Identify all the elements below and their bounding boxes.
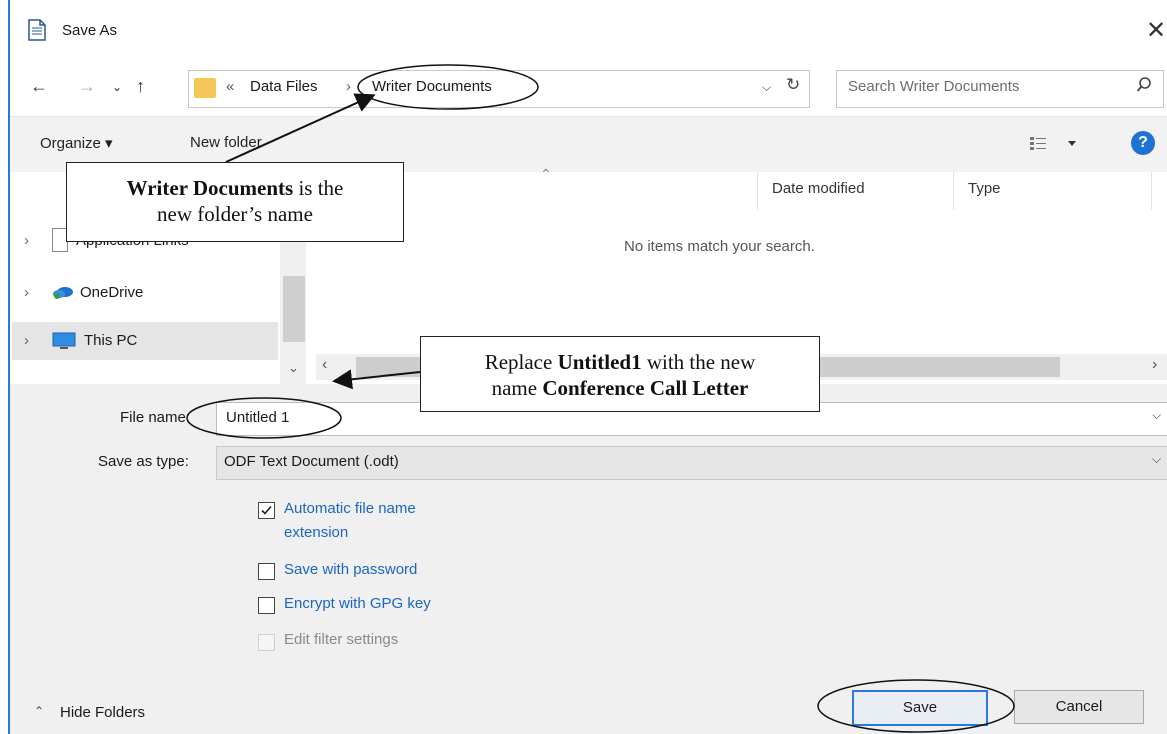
hide-folders-chevron-icon[interactable]: ⌃ xyxy=(34,704,44,718)
column-divider xyxy=(757,172,758,210)
empty-list-message: No items match your search. xyxy=(624,238,815,255)
file-name-label: File name: xyxy=(120,409,191,426)
folder-icon xyxy=(194,78,216,98)
callout-folder-line1: Writer Documents is the xyxy=(67,175,403,201)
automatic-extension-label-line2[interactable]: extension xyxy=(284,524,348,541)
up-arrow-icon[interactable]: ↑ xyxy=(136,76,145,97)
automatic-extension-checkbox[interactable] xyxy=(258,502,275,519)
nav-item-label: OneDrive xyxy=(80,284,144,301)
callout-folder-bold: Writer Documents xyxy=(126,176,294,200)
expand-chevron-icon[interactable]: › xyxy=(24,284,29,301)
save-type-label: Save as type: xyxy=(98,453,189,470)
automatic-extension-label[interactable]: Automatic file name xyxy=(284,500,416,517)
scroll-right-chevron-icon[interactable]: › xyxy=(1152,356,1157,374)
breadcrumb-writer-documents[interactable]: Writer Documents xyxy=(372,78,492,95)
callout-rename-line2: name Conference Call Letter xyxy=(421,375,819,401)
back-arrow-icon[interactable]: ← xyxy=(30,76,48,97)
view-options-icon[interactable] xyxy=(1030,136,1078,156)
column-header-date-modified[interactable]: Date modified xyxy=(772,180,865,197)
window-title: Save As xyxy=(62,22,118,39)
sort-ascending-icon[interactable]: ⌃ xyxy=(540,166,552,183)
save-with-password-label[interactable]: Save with password xyxy=(284,561,417,578)
save-button[interactable]: Save xyxy=(852,690,988,726)
title-bar xyxy=(10,0,1167,62)
save-options-area xyxy=(10,384,1167,734)
callout-rename-line2-bold: Conference Call Letter xyxy=(542,376,749,400)
nav-item-this-pc[interactable]: › This PC xyxy=(12,322,278,360)
encrypt-gpg-label[interactable]: Encrypt with GPG key xyxy=(284,595,431,612)
onedrive-cloud-icon xyxy=(52,284,74,304)
callout-rename-post: with the new xyxy=(641,350,756,374)
recent-locations-chevron-icon[interactable]: ⌄ xyxy=(112,80,122,94)
breadcrumb-separator: › xyxy=(346,78,351,95)
new-folder-button[interactable]: New folder xyxy=(190,134,262,151)
refresh-icon[interactable]: ↻ xyxy=(786,75,800,95)
scroll-left-chevron-icon[interactable]: ‹ xyxy=(322,356,327,374)
expand-chevron-icon[interactable]: › xyxy=(24,332,29,349)
scroll-down-chevron-icon[interactable]: ⌄ xyxy=(288,360,299,376)
column-divider xyxy=(953,172,954,210)
address-dropdown-icon[interactable]: ⌵ xyxy=(762,80,771,95)
forward-arrow-icon[interactable]: → xyxy=(78,76,96,97)
expand-chevron-icon[interactable]: › xyxy=(24,232,29,249)
breadcrumb-data-files[interactable]: Data Files xyxy=(250,78,318,95)
callout-folder-name: Writer Documents is the new folder’s nam… xyxy=(66,162,404,242)
column-header-type[interactable]: Type xyxy=(968,180,1001,197)
callout-rename-pre: Replace xyxy=(484,350,558,374)
callout-rename-file: Replace Untitled1 with the new name Conf… xyxy=(420,336,820,412)
help-icon[interactable]: ? xyxy=(1131,131,1155,155)
callout-rename-line2-pre: name xyxy=(491,376,543,400)
edit-filter-settings-checkbox[interactable] xyxy=(258,634,275,651)
callout-rename-bold: Untitled1 xyxy=(557,350,642,374)
document-icon xyxy=(28,19,46,41)
close-icon[interactable]: ✕ xyxy=(1146,16,1166,45)
search-icon[interactable] xyxy=(1136,76,1152,98)
cancel-button[interactable]: Cancel xyxy=(1014,690,1144,724)
encrypt-gpg-checkbox[interactable] xyxy=(258,597,275,614)
file-name-dropdown-icon[interactable]: ⌵ xyxy=(1152,408,1161,423)
callout-folder-line2: new folder’s name xyxy=(157,202,313,226)
nav-item-label: This PC xyxy=(84,332,138,349)
callout-rename-line1: Replace Untitled1 with the new xyxy=(421,349,819,375)
address-overflow-chevron[interactable]: « xyxy=(226,78,234,95)
save-with-password-checkbox[interactable] xyxy=(258,563,275,580)
save-type-value[interactable]: ODF Text Document (.odt) xyxy=(224,453,399,470)
search-input[interactable]: Search Writer Documents xyxy=(848,78,1019,95)
callout-folder-rest: is the xyxy=(293,176,344,200)
computer-icon xyxy=(52,332,76,354)
edit-filter-settings-label: Edit filter settings xyxy=(284,631,399,648)
save-type-dropdown-icon[interactable]: ⌵ xyxy=(1152,452,1161,467)
file-name-value[interactable]: Untitled 1 xyxy=(226,409,289,426)
column-divider xyxy=(1151,172,1152,210)
hide-folders-button[interactable]: Hide Folders xyxy=(60,704,145,721)
organize-menu[interactable]: Organize ▾ xyxy=(40,134,113,152)
nav-scrollbar-thumb[interactable] xyxy=(283,276,305,342)
nav-item-onedrive[interactable]: › OneDrive xyxy=(12,274,278,312)
